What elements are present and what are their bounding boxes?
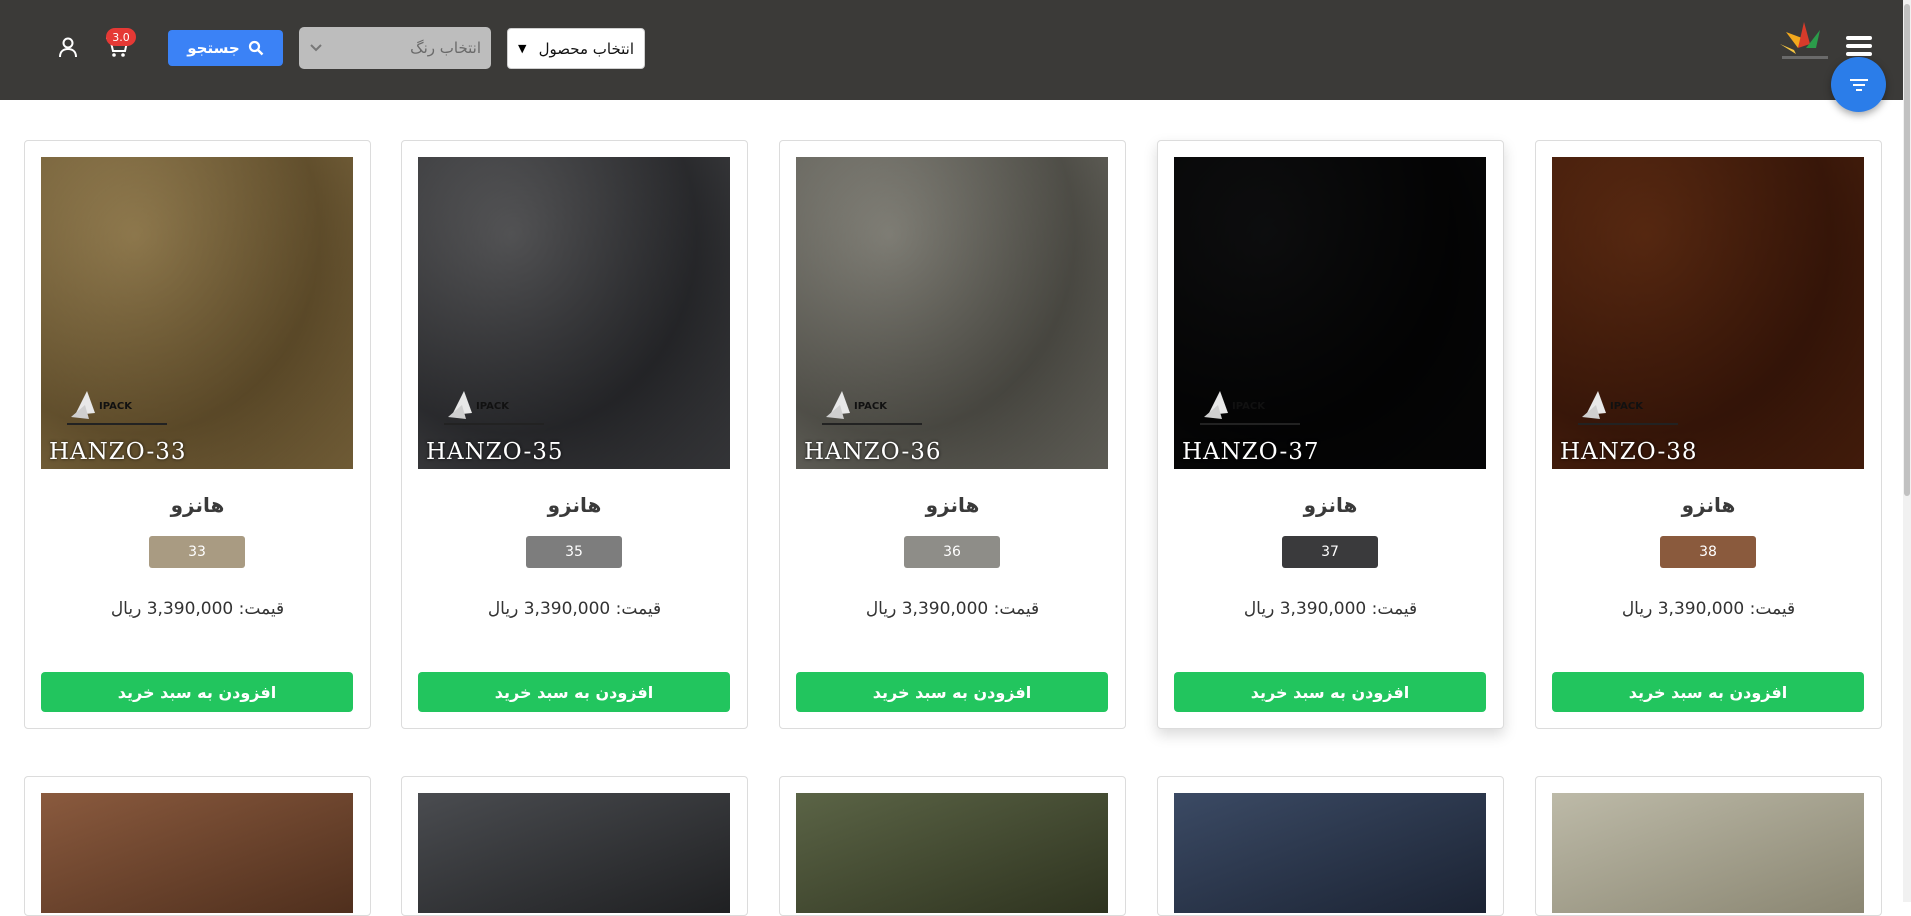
product-image[interactable] (1552, 793, 1864, 913)
scrollbar-thumb[interactable] (1904, 4, 1910, 496)
brand-logo[interactable] (1776, 18, 1834, 64)
cart-count-badge: 3.0 (106, 28, 136, 46)
color-code-badge: 36 (904, 536, 1000, 568)
ipack-logo: IPACK (1578, 391, 1678, 425)
color-select[interactable]: انتخاب رنگ (299, 27, 491, 69)
user-icon[interactable] (56, 35, 80, 59)
product-card[interactable] (779, 776, 1126, 916)
product-card[interactable] (1535, 776, 1882, 916)
product-image[interactable]: IPACK HANZO-36 (796, 157, 1108, 469)
color-select-placeholder: انتخاب رنگ (410, 39, 481, 57)
product-title: هانزو (925, 493, 980, 517)
product-image[interactable]: IPACK HANZO-38 (1552, 157, 1864, 469)
product-image[interactable] (796, 793, 1108, 913)
ipack-logo: IPACK (67, 391, 167, 425)
color-code-badge: 37 (1282, 536, 1378, 568)
product-select-label: انتخاب محصول (538, 39, 634, 58)
add-to-cart-button[interactable]: افزودن به سبد خرید (1174, 672, 1486, 712)
add-to-cart-button[interactable]: افزودن به سبد خرید (418, 672, 730, 712)
chevron-down-icon: ▼ (518, 42, 527, 55)
color-code-badge: 33 (149, 536, 245, 568)
product-price: قیمت: 3,390,000 ریال (1621, 599, 1796, 619)
product-code: HANZO-35 (426, 439, 564, 465)
ipack-logo: IPACK (444, 391, 544, 425)
product-price: قیمت: 3,390,000 ریال (487, 599, 662, 619)
svg-text:IPACK: IPACK (476, 401, 510, 412)
search-button-label: جستجو (187, 39, 240, 57)
product-card[interactable]: IPACK HANZO-37 هانزو 37 قیمت: 3,390,000 … (1157, 140, 1504, 729)
product-card[interactable] (24, 776, 371, 916)
product-image[interactable] (418, 793, 730, 913)
product-image[interactable]: IPACK HANZO-35 (418, 157, 730, 469)
product-select[interactable]: انتخاب محصول ▼ (507, 28, 645, 69)
top-navbar: انتخاب محصول ▼ انتخاب رنگ جستجو 3.0 (0, 0, 1911, 100)
product-card[interactable]: IPACK HANZO-36 هانزو 36 قیمت: 3,390,000 … (779, 140, 1126, 729)
svg-text:IPACK: IPACK (854, 401, 888, 412)
color-code-badge: 38 (1660, 536, 1756, 568)
add-to-cart-button[interactable]: افزودن به سبد خرید (796, 672, 1108, 712)
ipack-logo: IPACK (1200, 391, 1300, 425)
page-scrollbar[interactable] (1903, 0, 1911, 902)
product-code: HANZO-33 (49, 439, 187, 465)
product-image[interactable] (1174, 793, 1486, 913)
product-image[interactable]: IPACK HANZO-37 (1174, 157, 1486, 469)
svg-text:IPACK: IPACK (99, 401, 133, 412)
product-title: هانزو (1681, 493, 1736, 517)
svg-text:IPACK: IPACK (1232, 401, 1266, 412)
product-card[interactable] (401, 776, 748, 916)
product-price: قیمت: 3,390,000 ریال (1243, 599, 1418, 619)
product-code: HANZO-38 (1560, 439, 1698, 465)
search-button[interactable]: جستجو (168, 30, 283, 66)
add-to-cart-button[interactable]: افزودن به سبد خرید (41, 672, 353, 712)
ipack-logo: IPACK (822, 391, 922, 425)
product-card[interactable] (1157, 776, 1504, 916)
product-price: قیمت: 3,390,000 ریال (865, 599, 1040, 619)
product-card[interactable]: IPACK HANZO-35 هانزو 35 قیمت: 3,390,000 … (401, 140, 748, 729)
product-card[interactable]: IPACK HANZO-33 هانزو 33 قیمت: 3,390,000 … (24, 140, 371, 729)
product-image[interactable]: IPACK HANZO-33 (41, 157, 353, 469)
product-card[interactable]: IPACK HANZO-38 هانزو 38 قیمت: 3,390,000 … (1535, 140, 1882, 729)
product-image[interactable] (41, 793, 353, 913)
product-title: هانزو (547, 493, 602, 517)
svg-text:IPACK: IPACK (1610, 401, 1644, 412)
search-icon (248, 40, 264, 56)
product-title: هانزو (170, 493, 225, 517)
product-price: قیمت: 3,390,000 ریال (110, 599, 285, 619)
filter-icon (1849, 78, 1868, 91)
color-code-badge: 35 (526, 536, 622, 568)
product-code: HANZO-37 (1182, 439, 1320, 465)
product-code: HANZO-36 (804, 439, 942, 465)
add-to-cart-button[interactable]: افزودن به سبد خرید (1552, 672, 1864, 712)
product-title: هانزو (1303, 493, 1358, 517)
chevron-down-icon (310, 44, 322, 52)
filter-button[interactable] (1831, 57, 1886, 112)
